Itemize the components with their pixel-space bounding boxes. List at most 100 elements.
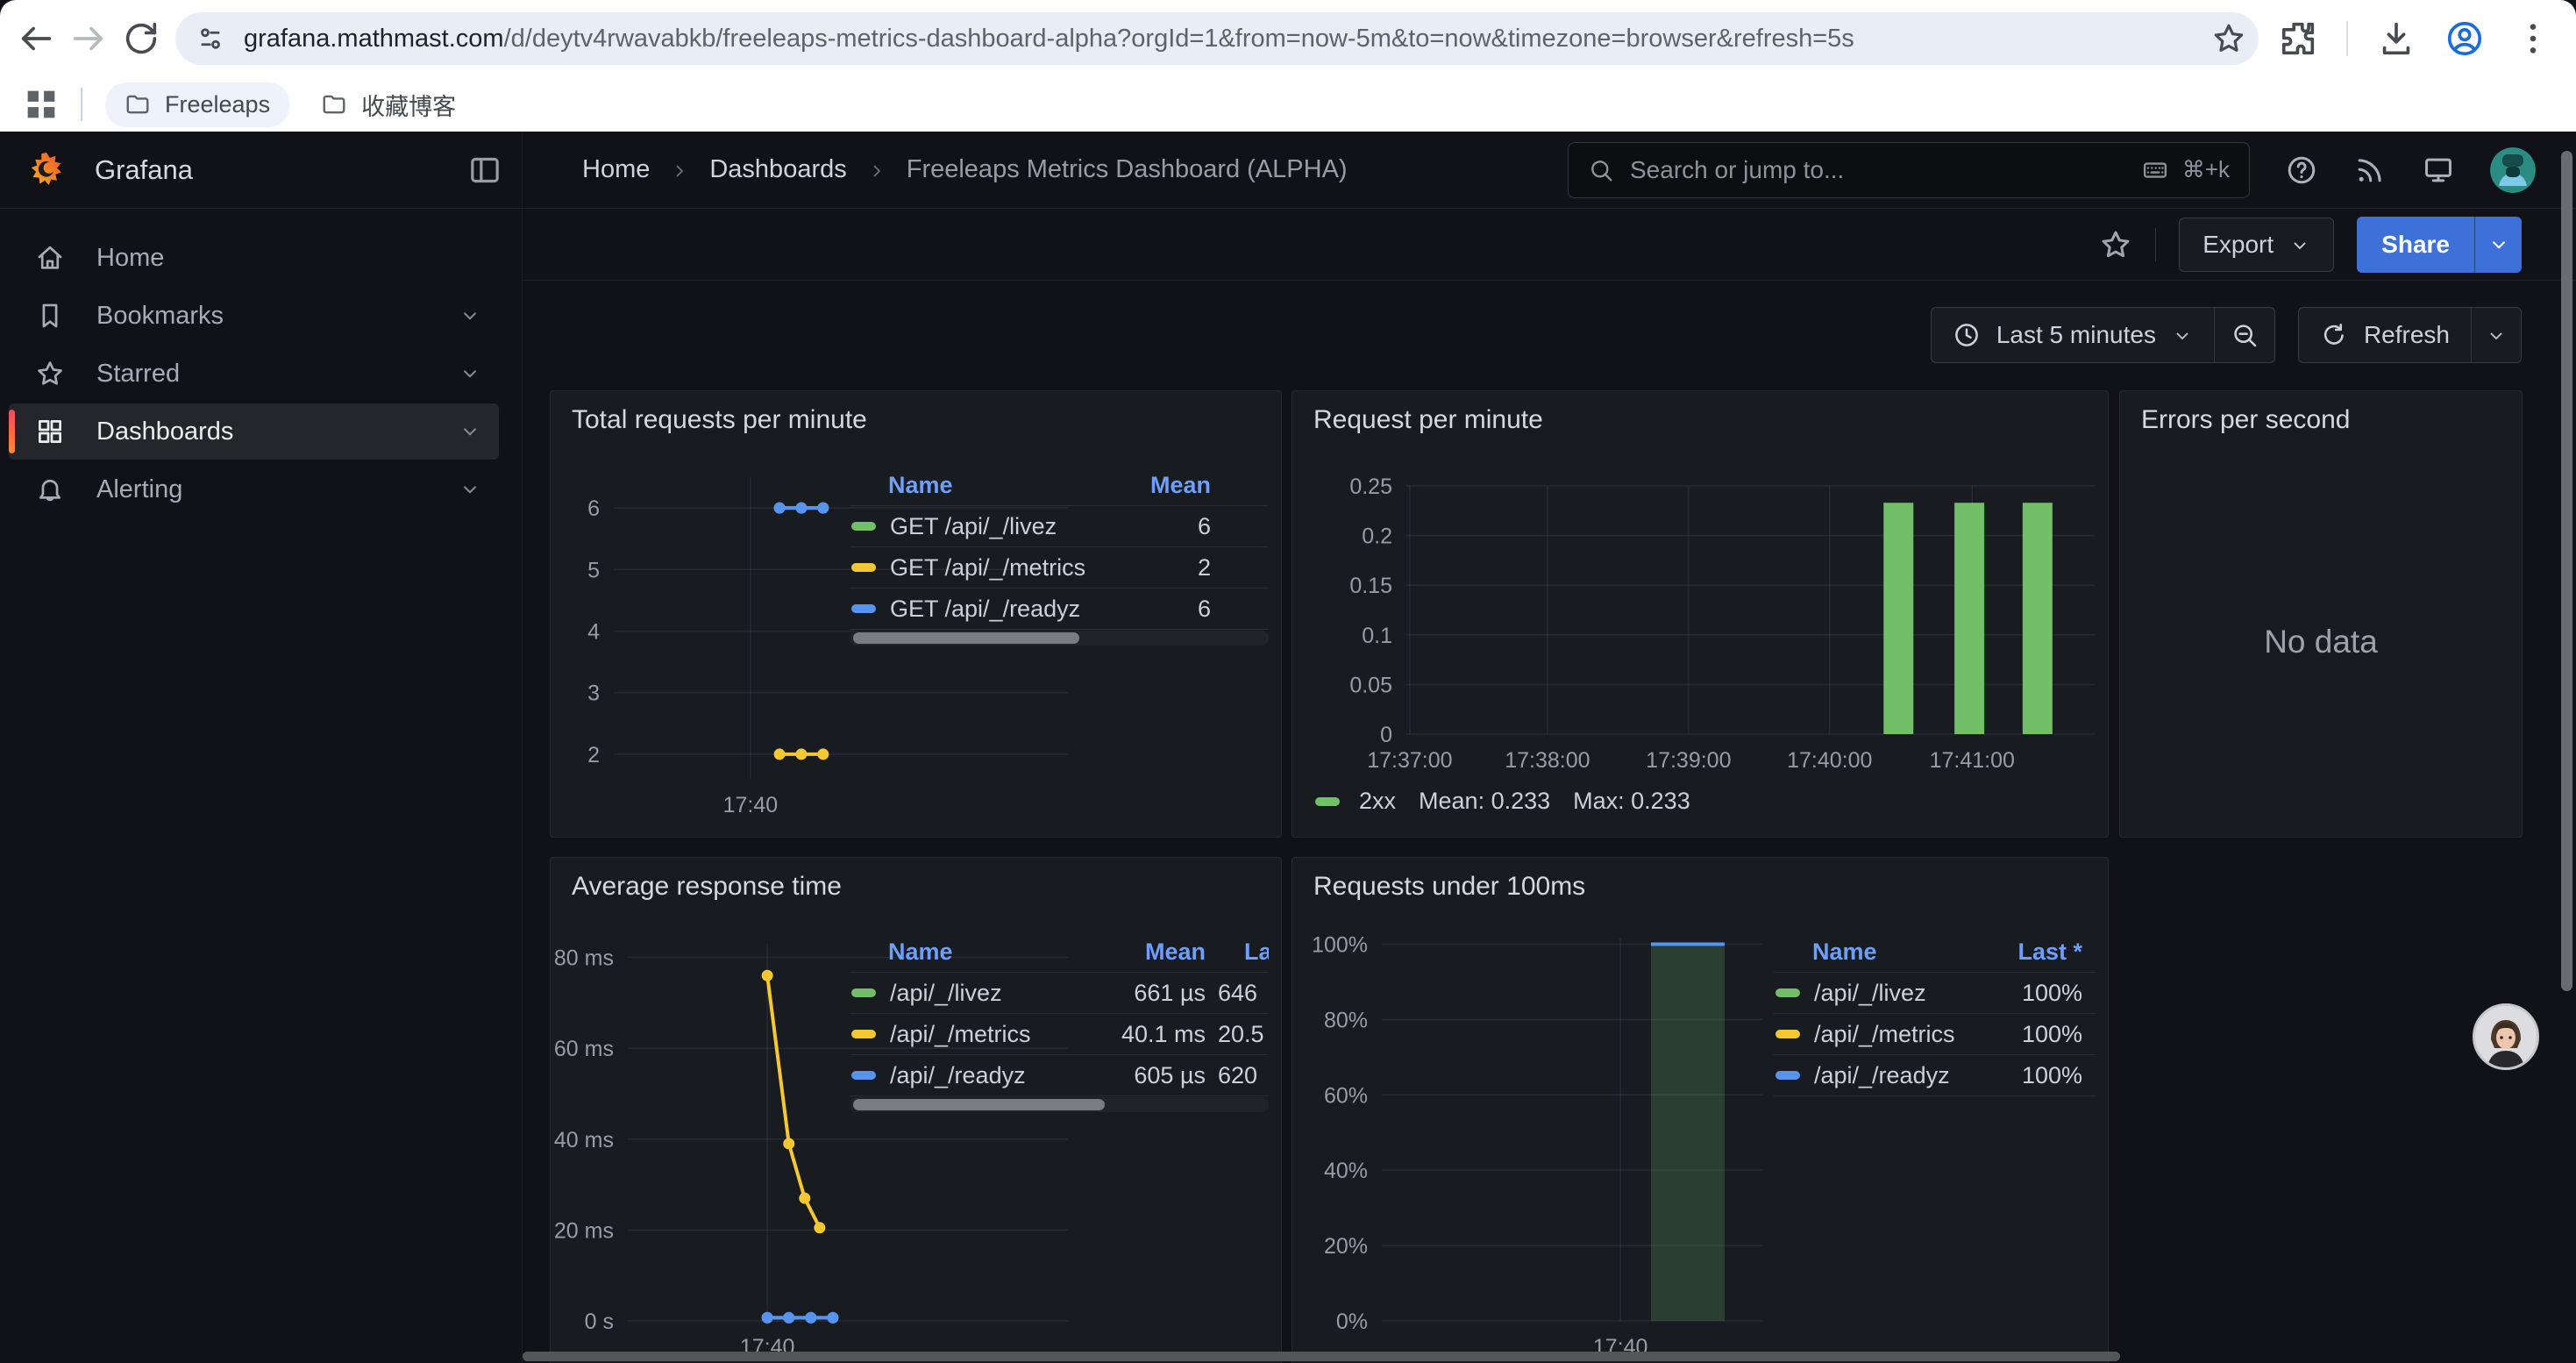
search-icon (1588, 157, 1614, 183)
chevron-right-icon (866, 160, 887, 181)
url-text: grafana.mathmast.com/d/deytv4rwavabkb/fr… (244, 25, 2211, 54)
chevron-down-icon[interactable] (459, 362, 481, 385)
kiosk-monitor-icon[interactable] (2422, 153, 2455, 187)
legend-header[interactable]: Name (850, 472, 1127, 499)
panel-errors-per-second: Errors per second No data (2119, 390, 2523, 838)
series-name[interactable]: /api/_/livez (890, 980, 1002, 1007)
panel-title[interactable]: Average response time (572, 872, 842, 902)
grafana-logo[interactable] (26, 150, 67, 190)
search-input[interactable]: Search or jump to... ⌘+k (1568, 142, 2250, 198)
user-avatar[interactable] (2490, 147, 2536, 193)
reload-icon[interactable] (121, 18, 161, 59)
refresh-button[interactable]: Refresh (2299, 308, 2471, 362)
request-per-minute-chart[interactable]: 0.250.20.150.10.05017:37:0017:38:0017:39… (1301, 470, 2101, 777)
bookmark-folder[interactable]: Freeleaps (105, 82, 289, 127)
floating-assistant-avatar[interactable] (2473, 1003, 2539, 1070)
time-range-picker[interactable]: Last 5 minutes (1932, 308, 2214, 362)
chevron-down-icon[interactable] (459, 478, 481, 501)
sidebar-header: Grafana (0, 132, 522, 209)
browser-actions (2278, 18, 2553, 59)
svg-text:17:41:00: 17:41:00 (1930, 748, 2015, 773)
panel-title[interactable]: Errors per second (2141, 405, 2350, 435)
panel-title[interactable]: Total requests per minute (572, 405, 867, 435)
star-icon (35, 359, 65, 389)
share-button[interactable]: Share (2357, 217, 2522, 273)
svg-text:60 ms: 60 ms (554, 1037, 614, 1061)
page-scrollbar[interactable] (2561, 151, 2572, 991)
sidebar-item-bookmarks[interactable]: Bookmarks (9, 288, 499, 344)
series-name[interactable]: /api/_/readyz (1814, 1062, 1950, 1089)
legend-header[interactable]: Name (1774, 938, 1986, 966)
legend-value: 2 (1127, 554, 1211, 582)
series-name[interactable]: /api/_/metrics (1814, 1021, 1955, 1048)
downloads-icon[interactable] (2376, 18, 2416, 59)
profile-icon[interactable] (2444, 18, 2485, 59)
svg-text:0: 0 (1380, 723, 1392, 747)
top-nav: Home Dashboards Freeleaps Metrics Dashboar… (523, 132, 2576, 209)
sidebar-item-label: Starred (96, 360, 180, 389)
series-swatch (1315, 797, 1340, 806)
zoom-out-button[interactable] (2214, 308, 2274, 362)
sidebar-item-starred[interactable]: Starred (9, 346, 499, 402)
legend-row: /api/_/metrics40.1 ms20.5 ms (850, 1014, 1269, 1055)
bookmark-folder[interactable]: 收藏博客 (302, 79, 475, 131)
series-name[interactable]: GET /api/_/livez (890, 513, 1057, 540)
favorite-star-icon[interactable] (2099, 228, 2132, 261)
legend-value: 20.5 ms (1206, 1021, 1269, 1048)
svg-text:40%: 40% (1324, 1159, 1368, 1183)
sidebar-item-dashboards[interactable]: Dashboards (9, 403, 499, 460)
help-icon[interactable] (2285, 153, 2318, 187)
extensions-icon[interactable] (2278, 18, 2318, 59)
series-name[interactable]: 2xx (1359, 788, 1396, 815)
panel-title[interactable]: Requests under 100ms (1313, 872, 1585, 902)
legend-max: Max: 0.233 (1573, 788, 1690, 815)
legend-header[interactable]: Last * (1206, 938, 1269, 966)
refresh-interval-dropdown[interactable] (2471, 308, 2521, 362)
share-dropdown[interactable] (2474, 217, 2522, 273)
series-name[interactable]: /api/_/readyz (890, 1062, 1026, 1089)
series-name[interactable]: GET /api/_/readyz (890, 596, 1080, 623)
series-name[interactable]: /api/_/livez (1814, 980, 1926, 1007)
legend-header[interactable]: Last * (1986, 938, 2082, 966)
horizontal-scrollbar[interactable] (523, 1352, 2120, 1361)
legend-table: NameMeanLast */api/_/livez661 µs646/api/… (850, 931, 1269, 1096)
news-rss-icon[interactable] (2353, 153, 2387, 187)
back-icon[interactable] (16, 18, 56, 59)
legend-scrollbar[interactable] (850, 631, 1269, 646)
breadcrumb-item[interactable]: Home (582, 155, 650, 184)
chevron-down-icon (2486, 325, 2507, 346)
requests-under-100ms-chart[interactable]: 100%80%60%40%20%0%17:40 (1305, 937, 1796, 1363)
series-name[interactable]: GET /api/_/metrics (890, 554, 1085, 582)
export-button[interactable]: Export (2179, 218, 2334, 272)
legend-scrollbar[interactable] (850, 1097, 1269, 1112)
address-bar[interactable]: grafana.mathmast.com/d/deytv4rwavabkb/fr… (175, 12, 2259, 65)
svg-text:0 s: 0 s (585, 1309, 614, 1334)
svg-text:20%: 20% (1324, 1234, 1368, 1259)
svg-text:17:40: 17:40 (723, 793, 779, 817)
bookmark-star-icon[interactable] (2211, 21, 2246, 56)
browser-toolbar: grafana.mathmast.com/d/deytv4rwavabkb/fr… (0, 0, 2576, 77)
chevron-down-icon[interactable] (459, 304, 481, 327)
chevron-down-icon[interactable] (459, 420, 481, 443)
svg-text:5: 5 (587, 558, 600, 582)
panel-title[interactable]: Request per minute (1313, 405, 1543, 435)
site-settings-icon[interactable] (195, 23, 226, 54)
sidebar-item-home[interactable]: Home (9, 230, 499, 286)
menu-kebab-icon[interactable] (2513, 18, 2553, 59)
apps-grid-icon[interactable] (21, 84, 61, 125)
series-swatch (851, 522, 876, 531)
breadcrumb-item[interactable]: Dashboards (709, 155, 846, 184)
svg-text:6: 6 (587, 496, 600, 521)
legend-header[interactable]: Mean (1102, 938, 1206, 966)
sidebar-item-alerting[interactable]: Alerting (9, 461, 499, 517)
forward-icon[interactable] (68, 18, 109, 59)
series-name[interactable]: /api/_/metrics (890, 1021, 1031, 1048)
legend-header[interactable]: Mean (1127, 472, 1211, 499)
share-label[interactable]: Share (2357, 217, 2474, 273)
chevron-down-icon (2289, 234, 2310, 255)
sidebar-item-label: Bookmarks (96, 302, 224, 331)
breadcrumb-item: Freeleaps Metrics Dashboard (ALPHA) (907, 155, 1348, 184)
sidebar-collapse-icon[interactable] (467, 153, 502, 188)
legend-header[interactable]: Name (850, 938, 1102, 966)
brand-name: Grafana (95, 154, 193, 186)
